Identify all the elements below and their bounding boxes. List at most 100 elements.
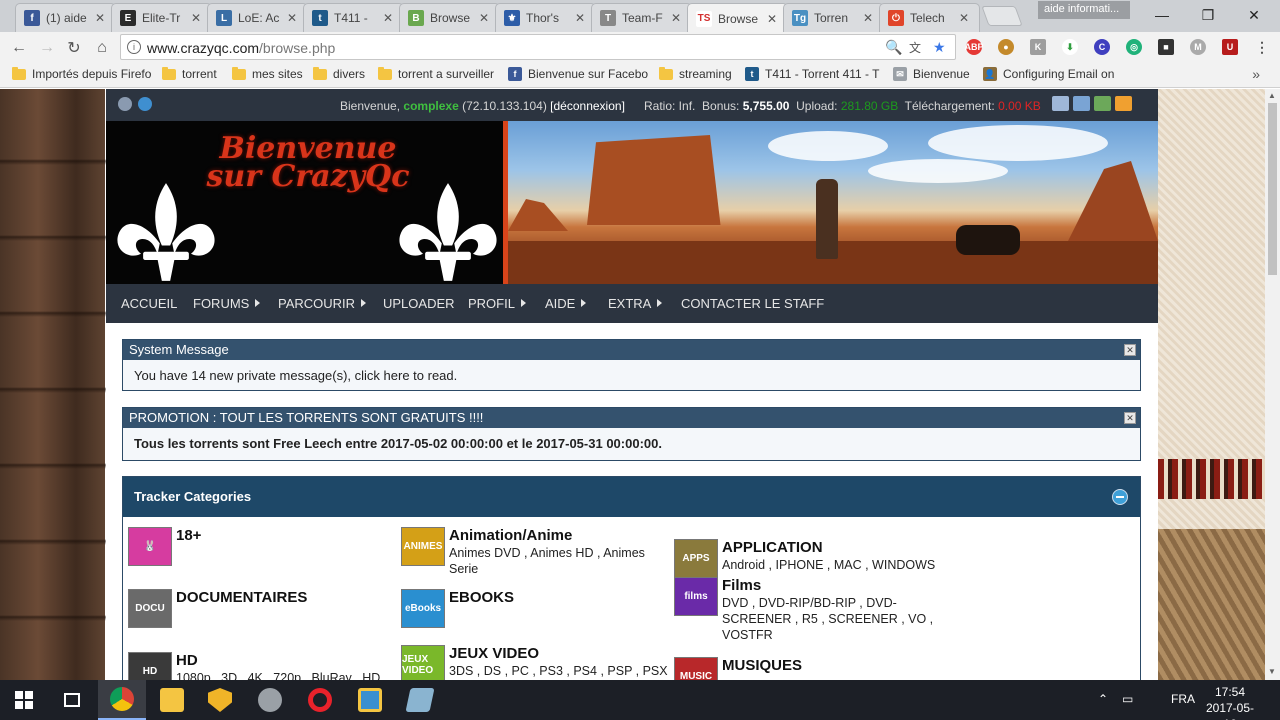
category-icon[interactable]: DOCU xyxy=(128,589,172,628)
bookmark-item[interactable]: 👤 Configuring Email on xyxy=(983,67,1114,81)
category-icon[interactable]: films xyxy=(674,577,718,616)
adblock-icon[interactable]: ABP xyxy=(965,39,984,55)
category-icon[interactable]: MUSIC xyxy=(674,657,718,680)
nav-item-parcourir[interactable]: PARCOURIR xyxy=(278,296,367,311)
category-name[interactable]: JEUX VIDEO xyxy=(449,645,539,662)
taskbar-file-explorer[interactable] xyxy=(148,680,196,720)
category-subcategories[interactable]: DVD , DVD-RIP/BD-RIP , DVD-SCREENER , R5… xyxy=(722,595,942,643)
bookmark-item[interactable]: divers xyxy=(313,66,365,81)
start-button[interactable] xyxy=(0,680,48,720)
nav-item-forums[interactable]: FORUMS xyxy=(193,296,261,311)
extension-icon[interactable]: C xyxy=(1094,39,1110,55)
browser-tab[interactable]: ⏻ Telech ✕ xyxy=(879,3,980,32)
taskbar-app[interactable] xyxy=(246,680,294,720)
reload-button[interactable]: ↻ xyxy=(63,37,85,59)
bookmark-item[interactable]: f Bienvenue sur Facebo xyxy=(508,67,648,81)
category-name[interactable]: HD xyxy=(176,652,198,669)
close-icon[interactable]: ✕ xyxy=(1124,344,1136,356)
download-icon[interactable]: ⬇ xyxy=(1062,39,1078,55)
taskbar-chrome[interactable] xyxy=(98,680,146,720)
browser-tab[interactable]: Tg Torren ✕ xyxy=(783,3,884,32)
minimize-button[interactable]: — xyxy=(1139,4,1185,26)
logout-link[interactable]: [déconnexion] xyxy=(550,99,625,113)
home-button[interactable]: ⌂ xyxy=(91,37,113,59)
nav-item-contacter-le-staff[interactable]: CONTACTER LE STAFF xyxy=(681,296,824,311)
browser-tab[interactable]: T Team-F ✕ xyxy=(591,3,692,32)
close-icon[interactable]: ✕ xyxy=(1124,412,1136,424)
browser-tab[interactable]: t T411 - ✕ xyxy=(303,3,404,32)
category-name[interactable]: DOCUMENTAIRES xyxy=(176,589,307,606)
extension-icon[interactable]: ■ xyxy=(1158,39,1174,55)
browser-tab[interactable]: ⚜ Thor's ✕ xyxy=(495,3,596,32)
taskbar-app[interactable] xyxy=(346,680,394,720)
category-name[interactable]: Films xyxy=(722,577,761,594)
tab-close-icon[interactable]: ✕ xyxy=(669,11,683,25)
close-window-button[interactable]: ✕ xyxy=(1231,4,1277,26)
bookmark-item[interactable]: t T411 - Torrent 411 - T xyxy=(745,67,880,81)
category-icon[interactable]: JEUX VIDEO xyxy=(401,645,445,680)
nav-item-extra[interactable]: EXTRA xyxy=(608,296,663,311)
tab-close-icon[interactable]: ✕ xyxy=(285,11,299,25)
username-link[interactable]: complexe xyxy=(403,99,458,113)
task-view-button[interactable] xyxy=(48,680,96,720)
category-subcategories[interactable]: 1080p , 3D , 4K , 720p , BluRay , HD xyxy=(176,670,396,680)
new-tab-button[interactable] xyxy=(981,6,1023,26)
translate-icon[interactable]: 文 xyxy=(909,39,921,56)
language-indicator[interactable]: FRA xyxy=(1171,692,1195,706)
tray-overflow-icon[interactable]: ⌃ xyxy=(1098,692,1108,706)
users-icon[interactable] xyxy=(118,97,132,111)
browser-tab[interactable]: L LoE: Ac ✕ xyxy=(207,3,308,32)
tab-close-icon[interactable]: ✕ xyxy=(861,11,875,25)
ublock-icon[interactable]: U xyxy=(1222,39,1238,55)
menu-icon[interactable]: ⋮ xyxy=(1254,39,1270,55)
collapse-icon[interactable] xyxy=(1112,489,1128,505)
forward-button[interactable]: → xyxy=(36,37,58,59)
globe-icon[interactable] xyxy=(138,97,152,111)
category-icon[interactable]: 🐰 xyxy=(128,527,172,566)
bookmark-item[interactable]: torrent a surveiller xyxy=(378,66,494,81)
tab-close-icon[interactable]: ✕ xyxy=(573,11,587,25)
address-bar[interactable]: i www.crazyqc.com/browse.php 🔍 文 ★ xyxy=(120,34,956,60)
scroll-up-arrow[interactable]: ▲ xyxy=(1268,91,1276,100)
nav-item-profil[interactable]: PROFIL xyxy=(468,296,526,311)
bookmark-item[interactable]: Importés depuis Firefo xyxy=(12,66,151,81)
category-name[interactable]: APPLICATION xyxy=(722,539,823,556)
category-name[interactable]: Animation/Anime xyxy=(449,527,572,544)
bookmark-star-icon[interactable]: ★ xyxy=(933,39,946,56)
page-scrollbar[interactable]: ▲ ▼ xyxy=(1265,89,1280,680)
taskbar-app[interactable] xyxy=(396,680,444,720)
category-icon[interactable]: APPS xyxy=(674,539,718,578)
scrollbar-thumb[interactable] xyxy=(1268,103,1277,275)
tab-close-icon[interactable]: ✕ xyxy=(477,11,491,25)
bookmark-item[interactable]: mes sites xyxy=(232,66,303,81)
category-icon[interactable]: eBooks xyxy=(401,589,445,628)
extension-icon[interactable]: M xyxy=(1190,39,1206,55)
extension-icon[interactable]: ◎ xyxy=(1126,39,1142,55)
category-icon[interactable]: HD xyxy=(128,652,172,680)
bookmark-item[interactable]: streaming xyxy=(659,66,732,81)
browser-tab[interactable]: E Elite-Tr ✕ xyxy=(111,3,212,32)
tab-close-icon[interactable]: ✕ xyxy=(765,12,779,26)
site-banner[interactable]: Bienvenue sur CrazyQc xyxy=(106,121,1158,284)
profile-chip[interactable]: aide informati... xyxy=(1038,1,1130,19)
back-button[interactable]: ← xyxy=(8,37,30,59)
taskbar-opera[interactable] xyxy=(296,680,344,720)
bookmark-item[interactable]: ✉ Bienvenue xyxy=(893,67,970,81)
private-messages-link[interactable]: You have 14 new private message(s), clic… xyxy=(123,360,1140,391)
browser-tab[interactable]: TS Browse ✕ xyxy=(687,3,788,33)
category-name[interactable]: 18+ xyxy=(176,527,201,544)
browser-tab[interactable]: f (1) aide ✕ xyxy=(15,3,116,32)
taskbar-app[interactable] xyxy=(196,680,244,720)
taskbar-clock[interactable]: 17:54 2017-05-16 xyxy=(1200,684,1260,720)
scroll-down-arrow[interactable]: ▼ xyxy=(1268,667,1276,676)
tab-close-icon[interactable]: ✕ xyxy=(189,11,203,25)
extension-icon[interactable]: ● xyxy=(998,39,1014,55)
tab-close-icon[interactable]: ✕ xyxy=(93,11,107,25)
nav-item-accueil[interactable]: ACCUEIL xyxy=(121,296,177,311)
friends-icon[interactable] xyxy=(1073,96,1090,111)
messages-icon[interactable] xyxy=(1052,96,1069,111)
category-name[interactable]: EBOOKS xyxy=(449,589,514,606)
extension-icon[interactable]: K xyxy=(1030,39,1046,55)
battery-icon[interactable]: ▭ xyxy=(1122,692,1133,706)
address-url[interactable]: www.crazyqc.com/browse.php xyxy=(147,40,335,56)
